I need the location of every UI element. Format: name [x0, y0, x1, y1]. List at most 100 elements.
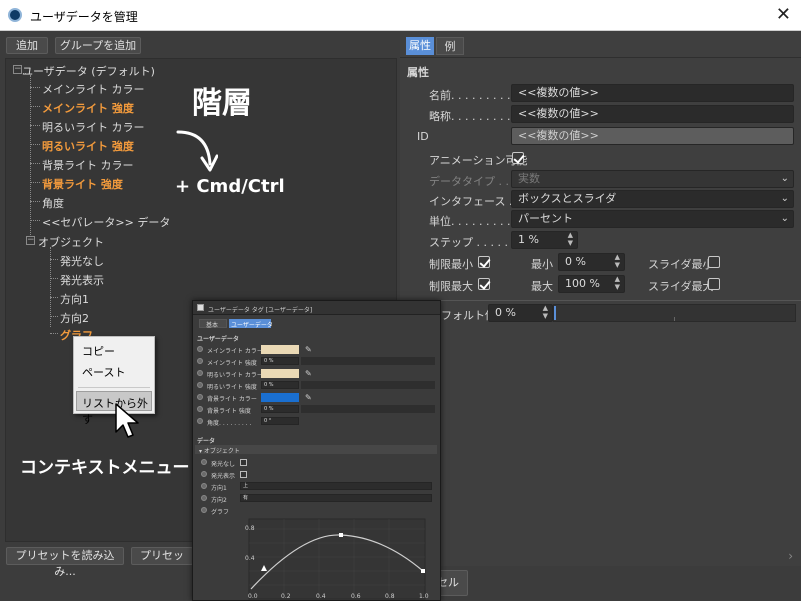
inset-dir1-select[interactable]: 上	[240, 482, 432, 490]
graph-x-label: 0.4	[316, 593, 326, 600]
min-label: 最小	[531, 258, 553, 271]
close-icon[interactable]: ✕	[776, 4, 791, 25]
inset-object-section[interactable]: ▾ オブジェクト	[199, 446, 240, 455]
menu-separator	[78, 387, 150, 388]
inset-tab-basic[interactable]: 基本	[206, 320, 218, 329]
annotation-shortcut: + Cmd/Ctrl	[175, 176, 285, 197]
eyedropper-icon[interactable]: ✎	[305, 393, 312, 402]
inset-checkbox[interactable]	[240, 471, 247, 478]
load-preset-button[interactable]: プリセットを読み込み...	[6, 547, 124, 578]
id-field: <<複数の値>>	[511, 127, 794, 145]
min-field[interactable]: 0 % ▲ ▼	[558, 253, 625, 271]
window-titlebar: ユーザデータを管理 ✕	[0, 0, 801, 31]
inset-row-label: 明るいライト 強度	[207, 384, 257, 391]
max-label: 最大	[531, 280, 553, 293]
collapse-icon[interactable]: −	[26, 236, 35, 245]
data-type-label: データタイプ . . . .	[429, 175, 523, 188]
limit-max-label: 制限最大	[429, 280, 473, 293]
default-value-slider[interactable]	[553, 304, 796, 322]
id-label: ID	[417, 130, 429, 143]
slider-min-label: スライダ最小	[648, 258, 714, 271]
tree-item-bg-light-intensity[interactable]: 背景ライト 強度	[42, 176, 123, 192]
inset-row-label: 角度. . . . . . . . .	[207, 420, 252, 427]
inset-row-field[interactable]: 0 %	[261, 405, 299, 413]
interface-select[interactable]: ボックスとスライダ ⌄	[511, 190, 794, 208]
spinner-icon[interactable]: ▲ ▼	[543, 304, 548, 320]
tree-item-main-light-color[interactable]: メインライト カラー	[42, 81, 145, 97]
tree-item-direction1[interactable]: 方向1	[60, 291, 89, 307]
graph-x-label: 1.0	[419, 593, 429, 600]
inset-row-field[interactable]: 0 %	[261, 357, 299, 365]
tree-group-object[interactable]: オブジェクト	[38, 234, 104, 250]
unit-select[interactable]: パーセント ⌄	[511, 210, 794, 228]
inset-row-label: 明るいライト カラー	[207, 372, 263, 379]
name-label: 名前. . . . . . . . .	[429, 89, 511, 102]
mouse-cursor-icon	[115, 403, 139, 438]
tree-item-no-emission[interactable]: 発光なし	[60, 253, 104, 269]
graph-y-label: 0.4	[245, 555, 255, 562]
short-name-label: 略称. . . . . . . . .	[429, 110, 511, 123]
animatable-checkbox[interactable]	[512, 152, 524, 164]
inset-checkbox[interactable]	[240, 459, 247, 466]
spinner-icon[interactable]: ▲ ▼	[615, 253, 620, 269]
tree-item-bright-light-intensity[interactable]: 明るいライト 強度	[42, 138, 134, 154]
inset-row-label: 背景ライト 強度	[207, 408, 251, 415]
max-field[interactable]: 100 % ▲ ▼	[558, 275, 625, 293]
tree-item-bright-light-color[interactable]: 明るいライト カラー	[42, 119, 145, 135]
tree-root[interactable]: ユーザデータ (デフォルト)	[22, 63, 155, 79]
tree-item-emission[interactable]: 発光表示	[60, 272, 104, 288]
tree-item-separator[interactable]: <<セパレータ>> データ	[42, 214, 170, 230]
tree-item-direction2[interactable]: 方向2	[60, 310, 89, 326]
eyedropper-icon[interactable]: ✎	[305, 369, 312, 378]
inset-obj-label: 方向2	[211, 497, 227, 504]
inset-obj-label: グラフ	[211, 509, 230, 516]
add-button[interactable]: 追加	[6, 37, 48, 54]
slider-min-checkbox[interactable]	[708, 256, 720, 268]
eyedropper-icon[interactable]: ✎	[305, 345, 312, 354]
color-swatch[interactable]	[261, 345, 299, 354]
curved-arrow-icon	[176, 130, 218, 172]
inset-tab-user[interactable]: ユーザーデータ	[231, 320, 273, 329]
user-data-tag-preview: ユーザーデータ タグ [ユーザーデータ] 基本 ユーザーデータ ユーザーデータ …	[192, 300, 441, 601]
color-swatch[interactable]	[261, 393, 299, 402]
save-preset-button[interactable]: プリセットを保	[131, 547, 193, 565]
unit-label: 単位. . . . . . . . .	[429, 215, 511, 228]
inset-data-section: データ	[197, 438, 216, 445]
annotation-context-menu: コンテキストメニュー	[20, 458, 190, 478]
color-swatch[interactable]	[261, 369, 299, 378]
inset-row-label: メインライト 強度	[207, 360, 257, 367]
chevron-right-icon[interactable]: ›	[788, 549, 793, 563]
tab-example[interactable]: 例	[436, 37, 464, 55]
limit-min-label: 制限最小	[429, 258, 473, 271]
collapse-icon[interactable]: −	[13, 65, 22, 74]
add-group-button[interactable]: グループを追加	[55, 37, 141, 54]
menu-item-copy[interactable]: コピー	[82, 343, 115, 359]
slider-handle[interactable]	[554, 306, 556, 320]
section-title: 属性	[407, 66, 429, 79]
graph-y-label: 0.8	[245, 525, 255, 532]
inset-section: ユーザーデータ	[197, 336, 239, 343]
tree-item-main-light-intensity[interactable]: メインライト 強度	[42, 100, 134, 116]
slider-max-checkbox[interactable]	[708, 278, 720, 290]
data-type-select[interactable]: 実数 ⌄	[511, 170, 794, 188]
short-name-field[interactable]: <<複数の値>>	[511, 105, 794, 123]
spinner-icon[interactable]: ▲ ▼	[568, 231, 573, 247]
step-label: ステップ . . . . . .	[429, 236, 515, 249]
tree-item-angle[interactable]: 角度	[42, 195, 64, 211]
inset-row-field[interactable]: 0 %	[261, 381, 299, 389]
inset-row-field[interactable]: 0 °	[261, 417, 299, 425]
chevron-down-icon: ⌄	[780, 213, 789, 224]
menu-item-paste[interactable]: ペースト	[82, 364, 125, 380]
name-field[interactable]: <<複数の値>>	[511, 84, 794, 102]
graph-x-label: 0.6	[351, 593, 361, 600]
limit-min-checkbox[interactable]	[478, 256, 490, 268]
inset-title: ユーザーデータ タグ [ユーザーデータ]	[208, 307, 313, 314]
default-value-field[interactable]: 0 % ▲ ▼	[488, 304, 553, 322]
step-field[interactable]: 1 % ▲ ▼	[511, 231, 578, 249]
inset-dir2-select[interactable]: 有	[240, 494, 432, 502]
tree-item-bg-light-color[interactable]: 背景ライト カラー	[42, 157, 134, 173]
curve-graph[interactable]	[233, 513, 438, 601]
limit-max-checkbox[interactable]	[478, 278, 490, 290]
spinner-icon[interactable]: ▲ ▼	[615, 275, 620, 291]
tab-attributes[interactable]: 属性	[406, 37, 434, 55]
